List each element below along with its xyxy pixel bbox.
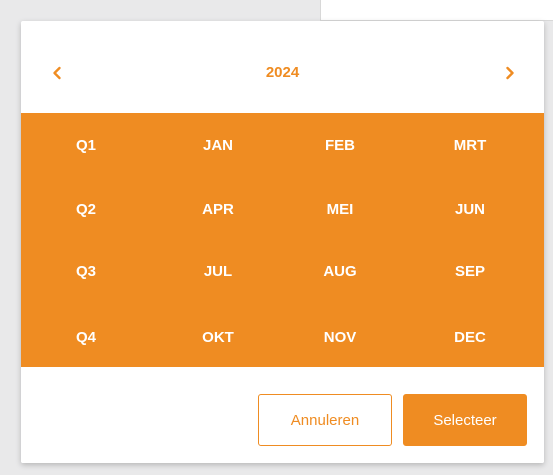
month-cell-apr[interactable]: APR (158, 188, 278, 232)
month-cell-mrt[interactable]: MRT (410, 124, 530, 168)
quarter-cell-q2[interactable]: Q2 (26, 188, 146, 232)
cancel-button[interactable]: Annuleren (258, 394, 392, 446)
month-cell-jun[interactable]: JUN (410, 188, 530, 232)
select-button[interactable]: Selecteer (403, 394, 527, 446)
quarter-cell-q3[interactable]: Q3 (26, 250, 146, 294)
chevron-right-icon (506, 66, 514, 80)
month-cell-dec[interactable]: DEC (410, 316, 530, 360)
background-input-field (320, 0, 553, 21)
month-cell-okt[interactable]: OKT (158, 316, 278, 360)
month-quarter-grid: Q1 JAN FEB MRT Q2 APR MEI JUN Q3 JUL AUG… (21, 113, 544, 367)
month-cell-mei[interactable]: MEI (280, 188, 400, 232)
month-cell-sep[interactable]: SEP (410, 250, 530, 294)
month-cell-feb[interactable]: FEB (280, 124, 400, 168)
month-cell-jan[interactable]: JAN (158, 124, 278, 168)
month-picker-popup: 2024 Q1 JAN FEB MRT Q2 APR MEI JUN Q3 JU… (21, 21, 544, 463)
quarter-cell-q1[interactable]: Q1 (26, 124, 146, 168)
picker-footer: Annuleren Selecteer (21, 367, 544, 463)
quarter-cell-q4[interactable]: Q4 (26, 316, 146, 360)
year-navigation-header: 2024 (21, 21, 544, 113)
year-label[interactable]: 2024 (21, 59, 544, 87)
month-cell-nov[interactable]: NOV (280, 316, 400, 360)
month-cell-jul[interactable]: JUL (158, 250, 278, 294)
next-year-button[interactable] (496, 59, 524, 87)
month-cell-aug[interactable]: AUG (280, 250, 400, 294)
